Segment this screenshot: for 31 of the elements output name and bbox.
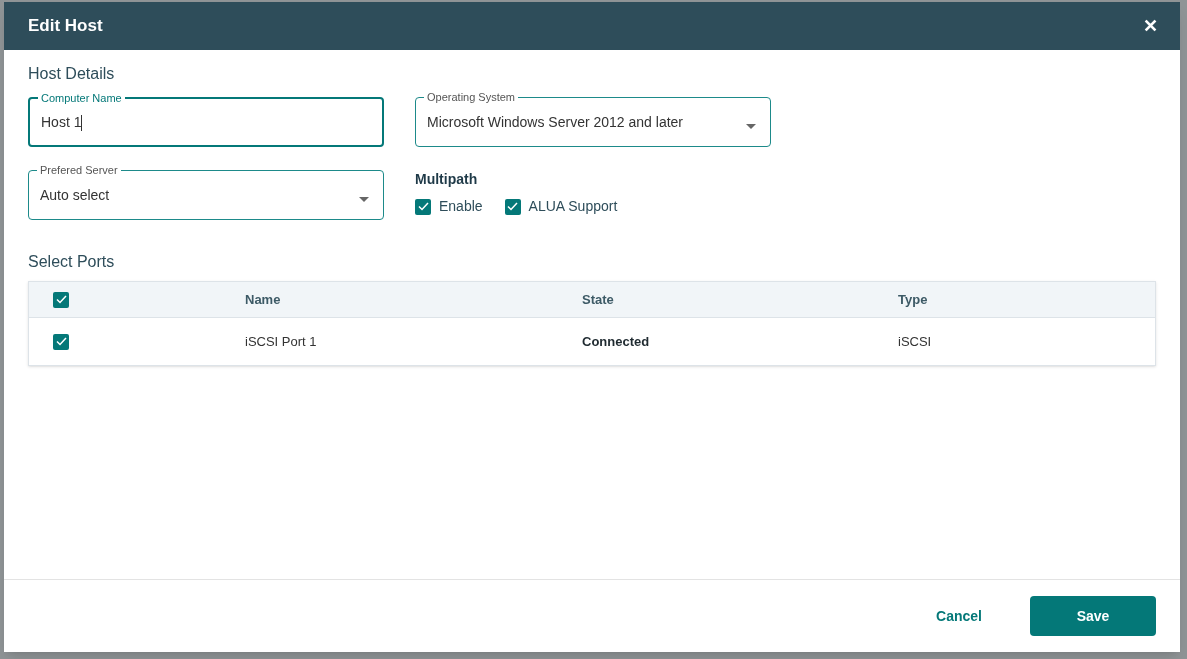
field-label: Prefered Server — [37, 163, 121, 177]
check-icon — [417, 202, 429, 211]
column-header: Name — [245, 290, 282, 309]
table-cell-text: iSCSI — [898, 332, 933, 351]
dropdown-caret-icon — [746, 123, 756, 129]
close-button[interactable]: ✕ — [1143, 12, 1158, 40]
section-heading: Host Details — [28, 64, 116, 84]
save-button[interactable]: Save — [1030, 596, 1156, 636]
checkbox-label: ALUA Support — [528, 197, 618, 216]
column-header: State — [582, 290, 615, 309]
dialog-title: Edit Host — [28, 15, 103, 38]
table-cell-text: Connected — [582, 332, 651, 351]
checkbox[interactable] — [504, 198, 521, 215]
checkbox[interactable] — [53, 333, 69, 350]
field-value: Microsoft Windows Server 2012 and later — [427, 112, 684, 132]
table-cell-text: iSCSI Port 1 — [245, 332, 318, 351]
field-label: Computer Name — [38, 91, 125, 105]
checkbox[interactable] — [53, 291, 69, 308]
cancel-button[interactable]: Cancel — [934, 605, 984, 627]
checkbox[interactable] — [415, 198, 431, 215]
column-header: Type — [898, 290, 929, 309]
field-value: Auto select — [40, 185, 111, 205]
check-icon — [55, 295, 67, 304]
section-heading: Select Ports — [28, 252, 116, 272]
check-icon — [507, 202, 519, 211]
field-label: Operating System — [424, 90, 519, 104]
field-value: Host 1 — [41, 112, 84, 133]
check-icon — [55, 337, 67, 346]
dropdown-caret-icon — [359, 196, 369, 202]
checkbox-label: Enable — [439, 197, 483, 216]
multipath-heading: Multipath — [415, 170, 479, 189]
